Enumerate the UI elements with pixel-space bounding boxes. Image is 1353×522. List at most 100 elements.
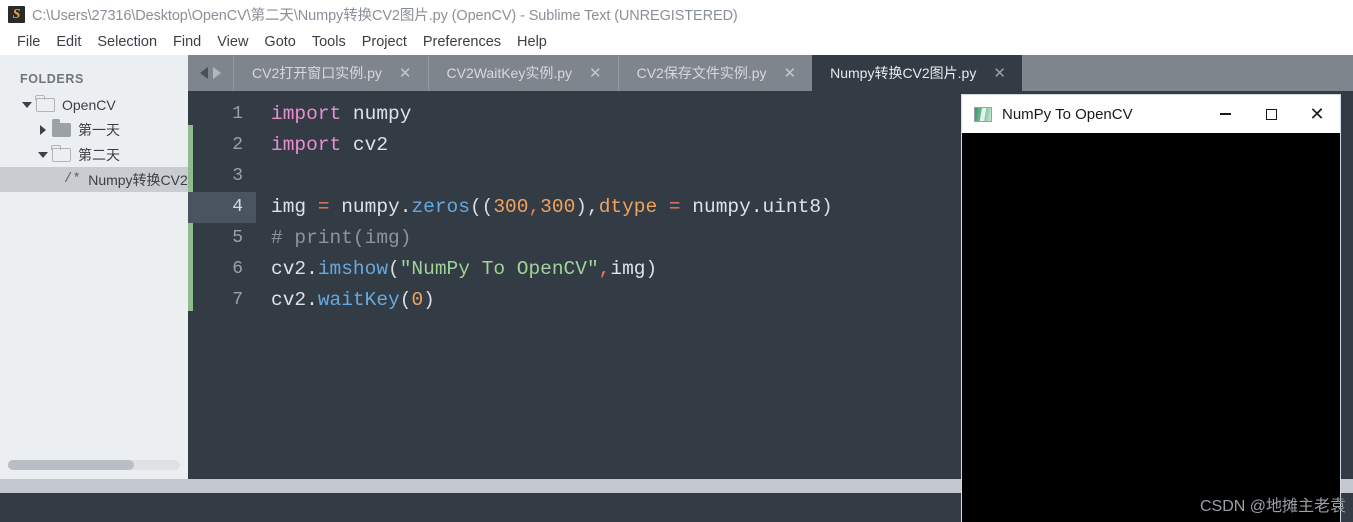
menu-item-tools[interactable]: Tools (304, 34, 354, 50)
line-number: 6 (232, 259, 243, 279)
code-token: = (668, 196, 681, 218)
sidebar-folder-opencv[interactable]: OpenCV (0, 92, 188, 117)
code-token: 300 (493, 196, 529, 218)
code-token: cv2 (352, 134, 389, 156)
menu-item-help[interactable]: Help (509, 34, 555, 50)
code-token: (( (469, 196, 494, 218)
code-token: "NumPy To OpenCV" (399, 258, 599, 280)
tab-close-icon[interactable]: ✕ (784, 66, 797, 81)
code-token: img (271, 196, 318, 218)
opencv-window-title-bar: NumPy To OpenCV ✕ (962, 95, 1340, 133)
python-file-icon: /* (64, 172, 82, 187)
sidebar-folder-day2[interactable]: 第二天 (0, 142, 188, 167)
line-number: 1 (232, 104, 243, 124)
code-token: ) (645, 258, 658, 280)
sidebar-folder-label: 第一天 (78, 121, 120, 138)
code-token: ( (388, 258, 400, 280)
line-number-active: 4 (188, 192, 256, 223)
chevron-down-icon[interactable] (20, 98, 33, 111)
sidebar-horizontal-scrollbar[interactable] (0, 460, 188, 470)
code-token: , (598, 258, 611, 280)
window-title: C:\Users\27316\Desktop\OpenCV\第二天\Numpy转… (32, 8, 738, 24)
title-bar: C:\Users\27316\Desktop\OpenCV\第二天\Numpy转… (0, 0, 1353, 29)
minimize-button[interactable] (1202, 95, 1248, 133)
code-token: 300 (540, 196, 576, 218)
code-token: , (528, 196, 541, 218)
code-token: import (271, 134, 342, 156)
line-number: 7 (232, 290, 243, 310)
code-token: # print(img) (271, 227, 412, 249)
sidebar-folder-label: OpenCV (62, 96, 116, 113)
sidebar-file-label: Numpy转换CV2图片.py (88, 171, 188, 188)
tab-close-icon[interactable]: ✕ (399, 66, 412, 81)
folder-open-icon (51, 144, 71, 162)
image-window-icon (974, 106, 992, 122)
chevron-right-icon[interactable] (36, 123, 49, 136)
code-token: cv2. (271, 258, 318, 280)
opencv-image-window[interactable]: NumPy To OpenCV ✕ (962, 95, 1340, 522)
maximize-button[interactable] (1248, 95, 1294, 133)
menu-item-view[interactable]: View (209, 34, 256, 50)
tab-label: Numpy转换CV2图片.py (830, 65, 977, 81)
code-token: img (610, 258, 646, 280)
code-token: ) (821, 196, 833, 218)
sidebar-folder-label: 第二天 (78, 146, 120, 163)
tab-cv2-open-window[interactable]: CV2打开窗口实例.py ✕ (233, 55, 428, 91)
tab-label: CV2保存文件实例.py (636, 65, 767, 81)
folders-heading: FOLDERS (20, 72, 84, 86)
code-token: dtype (598, 196, 658, 218)
line-number: 2 (232, 135, 243, 155)
sidebar-folder-day1[interactable]: 第一天 (0, 117, 188, 142)
sublime-text-window: C:\Users\27316\Desktop\OpenCV\第二天\Numpy转… (0, 0, 1353, 522)
opencv-window-title: NumPy To OpenCV (1002, 105, 1133, 123)
menu-item-preferences[interactable]: Preferences (415, 34, 509, 50)
code-token: = (317, 196, 330, 218)
tab-navigation[interactable] (188, 55, 233, 91)
menu-item-edit[interactable]: Edit (48, 34, 89, 50)
line-number-gutter: 1 2 3 4 5 6 7 (188, 91, 256, 479)
tab-numpy-to-cv2[interactable]: Numpy转换CV2图片.py ✕ (812, 55, 1022, 91)
minimize-icon (1219, 113, 1231, 115)
code-token: numpy. (329, 196, 412, 218)
tab-bar: CV2打开窗口实例.py ✕ CV2WaitKey实例.py ✕ CV2保存文件… (188, 55, 1353, 91)
code-token: ) (423, 289, 435, 311)
code-token: ), (575, 196, 599, 218)
menu-item-file[interactable]: File (9, 34, 48, 50)
tab-cv2-save-file[interactable]: CV2保存文件实例.py ✕ (617, 55, 813, 91)
code-token: waitKey (317, 289, 400, 311)
sidebar: FOLDERS OpenCV 第一天 第二天 /* Numpy转换CV2图片.p… (0, 55, 188, 479)
code-token: 0 (411, 289, 424, 311)
menu-item-selection[interactable]: Selection (89, 34, 165, 50)
code-token: ( (399, 289, 412, 311)
sidebar-file-numpy-cv2[interactable]: /* Numpy转换CV2图片.py (0, 167, 188, 192)
menu-bar: File Edit Selection Find View Goto Tools… (0, 29, 1353, 55)
menu-item-find[interactable]: Find (165, 34, 209, 50)
scrollbar-thumb[interactable] (8, 460, 134, 470)
menu-item-project[interactable]: Project (354, 34, 415, 50)
tab-close-icon[interactable]: ✕ (589, 66, 602, 81)
folder-open-icon (35, 94, 55, 112)
csdn-watermark: CSDN @地摊主老袁 (1199, 498, 1346, 515)
folder-closed-icon (52, 119, 71, 137)
code-token: cv2. (271, 289, 318, 311)
tab-label: CV2打开窗口实例.py (252, 65, 382, 81)
tab-close-icon[interactable]: ✕ (993, 66, 1006, 81)
close-button[interactable]: ✕ (1294, 95, 1340, 133)
tab-next-arrow-icon[interactable] (213, 67, 221, 79)
opencv-image-canvas (962, 133, 1340, 522)
sublime-text-logo-icon (8, 6, 25, 23)
maximize-icon (1265, 108, 1277, 120)
code-token: zeros (411, 196, 470, 218)
code-token: numpy.uint8 (680, 196, 822, 218)
tab-label: CV2WaitKey实例.py (446, 65, 573, 81)
window-controls: ✕ (1202, 95, 1340, 133)
code-token: import (271, 103, 342, 125)
close-icon: ✕ (1309, 104, 1325, 124)
tab-prev-arrow-icon[interactable] (200, 67, 208, 79)
chevron-down-icon[interactable] (36, 148, 49, 161)
tab-cv2-waitkey[interactable]: CV2WaitKey实例.py ✕ (427, 55, 618, 91)
menu-item-goto[interactable]: Goto (256, 34, 303, 50)
